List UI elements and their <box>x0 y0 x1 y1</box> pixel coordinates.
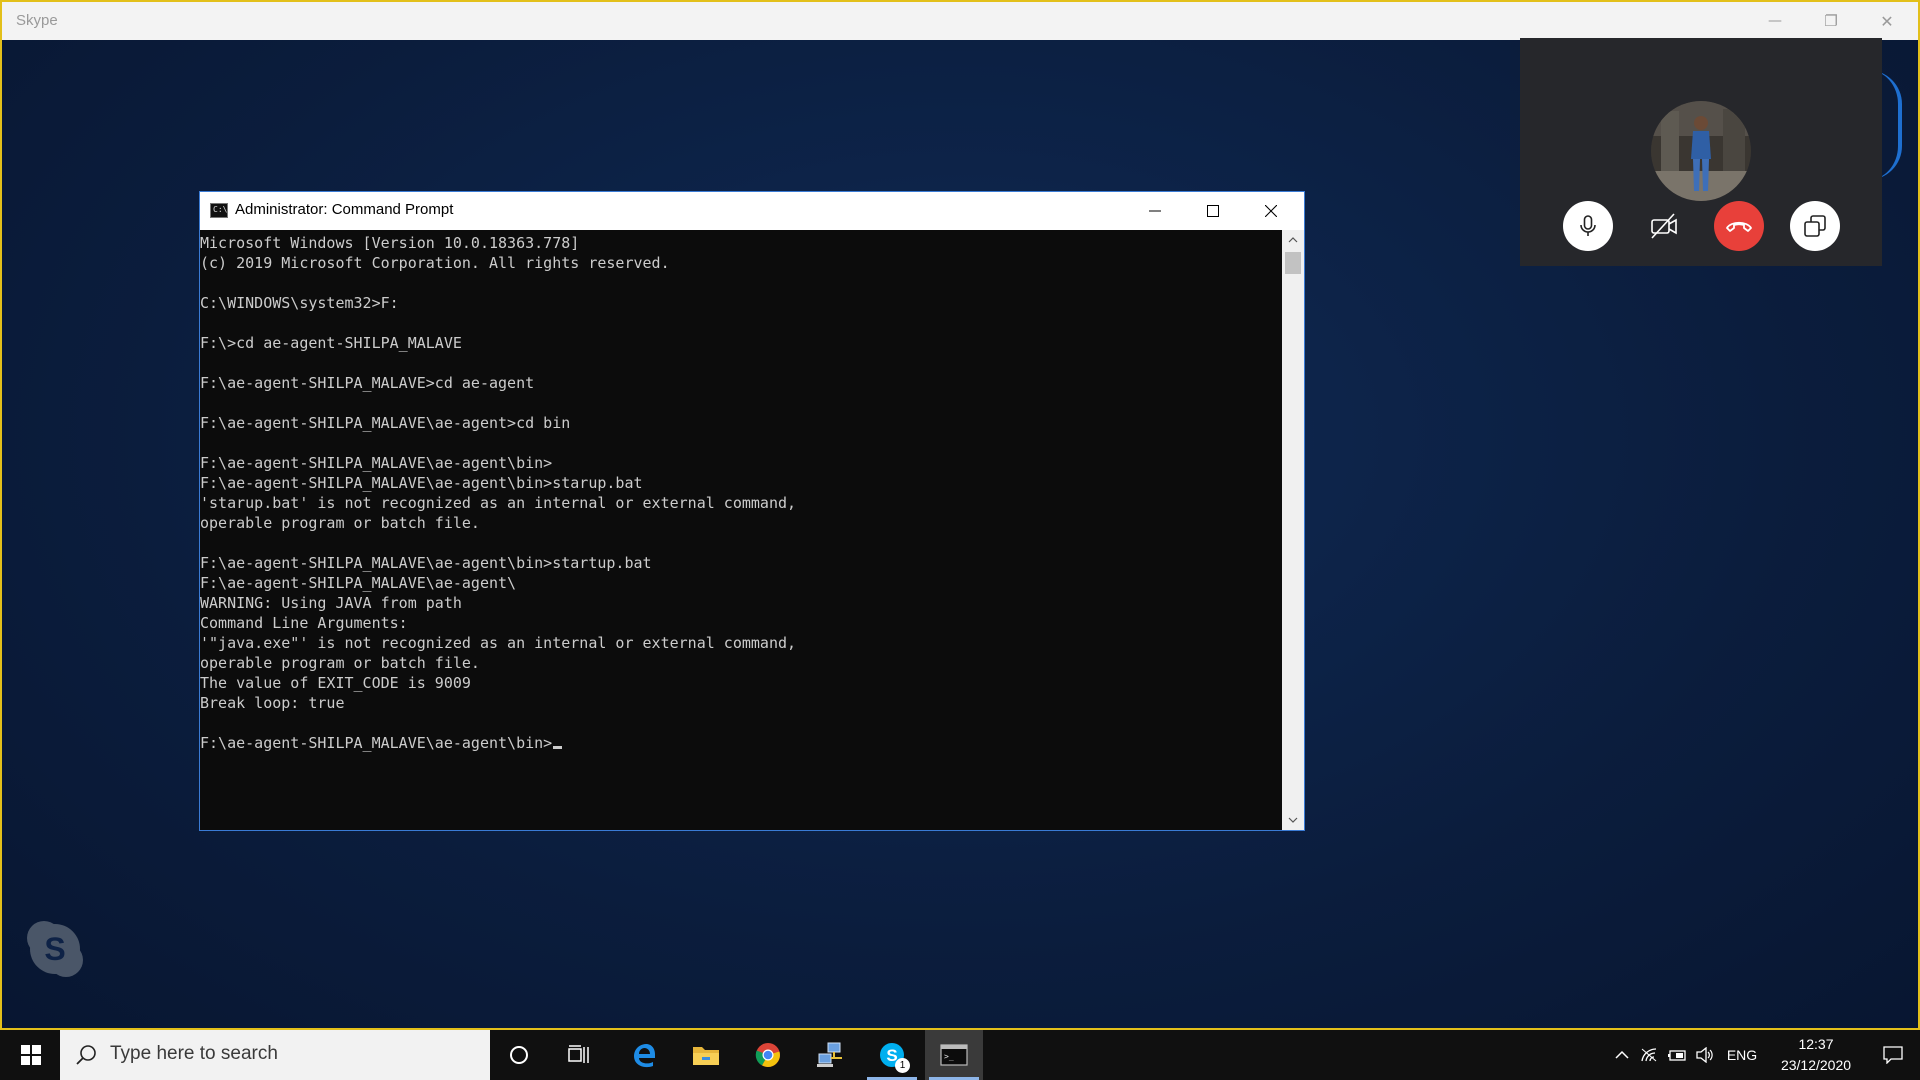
network-app-button[interactable] <box>801 1030 859 1080</box>
minimize-icon <box>1149 210 1161 212</box>
cmd-app-icon: C:\ <box>210 203 228 218</box>
console-line: The value of EXIT_CODE is 9009 <box>200 674 471 692</box>
file-explorer-button[interactable] <box>677 1030 735 1080</box>
skype-logo: S <box>24 918 86 980</box>
cortana-button[interactable] <box>490 1030 548 1080</box>
cmd-close-button[interactable] <box>1242 192 1300 230</box>
volume-button[interactable] <box>1692 1030 1718 1080</box>
cortana-icon <box>510 1046 528 1064</box>
clock-button[interactable]: 12:37 23/12/2020 <box>1766 1034 1866 1076</box>
chevron-up-icon <box>1615 1050 1629 1059</box>
notifications-icon <box>1883 1046 1903 1064</box>
console-line: F:\ae-agent-SHILPA_MALAVE\ae-agent\ <box>200 574 517 592</box>
wifi-icon <box>1641 1048 1657 1062</box>
input-language-button[interactable]: ENG <box>1722 1030 1762 1080</box>
console-prompt: F:\ae-agent-SHILPA_MALAVE\ae-agent\bin> <box>200 734 553 752</box>
console-line: '"java.exe"' is not recognized as an int… <box>200 634 797 652</box>
skype-taskbar-button[interactable]: S 1 <box>863 1030 921 1080</box>
cmd-output: Microsoft Windows [Version 10.0.18363.77… <box>200 230 1282 753</box>
skype-titlebar: Skype — ❐ ✕ <box>2 2 1918 40</box>
chrome-icon <box>755 1043 780 1067</box>
console-line: F:\ae-agent-SHILPA_MALAVE>cd ae-agent <box>200 374 535 392</box>
call-preview-panel[interactable] <box>1520 38 1882 266</box>
folder-icon <box>693 1047 719 1065</box>
chevron-down-icon <box>1288 817 1298 823</box>
close-icon: ✕ <box>1880 11 1894 31</box>
command-prompt-icon: >_ <box>940 1044 968 1066</box>
cmd-maximize-button[interactable] <box>1184 192 1242 230</box>
console-line: F:\ae-agent-SHILPA_MALAVE\ae-agent\bin>s… <box>200 474 643 492</box>
clock-time: 12:37 <box>1798 1036 1834 1052</box>
scroll-up-button[interactable] <box>1282 230 1304 250</box>
search-icon <box>76 1045 96 1065</box>
skype-close-button[interactable]: ✕ <box>1859 2 1915 40</box>
skype-notification-badge: 1 <box>895 1058 910 1073</box>
close-icon <box>1265 205 1277 217</box>
language-label: ENG <box>1726 1047 1758 1063</box>
toggle-video-button[interactable] <box>1639 201 1689 251</box>
console-line: F:\ae-agent-SHILPA_MALAVE\ae-agent>cd bi… <box>200 414 571 432</box>
minimize-icon: — <box>1768 13 1782 29</box>
caller-avatar[interactable] <box>1651 101 1751 201</box>
task-view-icon <box>568 1045 589 1063</box>
network-computers-icon <box>817 1042 842 1067</box>
end-call-icon <box>1726 221 1752 232</box>
battery-icon <box>1668 1050 1686 1061</box>
task-view-button[interactable] <box>550 1030 608 1080</box>
scroll-thumb[interactable] <box>1285 252 1301 274</box>
mute-microphone-button[interactable] <box>1563 201 1613 251</box>
chrome-button[interactable] <box>739 1030 797 1080</box>
edge-button[interactable] <box>615 1030 673 1080</box>
console-line: Command Line Arguments: <box>200 614 408 632</box>
switch-view-button[interactable] <box>1790 201 1840 251</box>
console-line: operable program or batch file. <box>200 514 480 532</box>
console-line: Microsoft Windows [Version 10.0.18363.77… <box>200 234 580 252</box>
skype-restore-button[interactable]: ❐ <box>1803 2 1859 40</box>
battery-status-button[interactable] <box>1664 1030 1690 1080</box>
action-center-button[interactable] <box>1870 1030 1916 1080</box>
volume-icon <box>1696 1047 1713 1063</box>
user-photo-icon <box>1651 101 1751 201</box>
edge-icon <box>634 1044 655 1068</box>
end-call-button[interactable] <box>1714 201 1764 251</box>
command-prompt-taskbar-button[interactable]: >_ <box>925 1030 983 1080</box>
start-button[interactable] <box>2 1030 60 1080</box>
windows-start-icon <box>21 1045 41 1065</box>
taskbar: Type here to search S 1 >_ ENG 12:37 23/… <box>0 1030 1920 1080</box>
console-line: F:\>cd ae-agent-SHILPA_MALAVE <box>200 334 462 352</box>
cmd-scrollbar[interactable] <box>1282 230 1304 830</box>
console-line: 'starup.bat' is not recognized as an int… <box>200 494 797 512</box>
skype-window-title: Skype <box>16 12 58 29</box>
skype-logo-icon: S <box>27 921 83 977</box>
console-line: WARNING: Using JAVA from path <box>200 594 462 612</box>
chevron-up-icon <box>1288 237 1298 243</box>
command-prompt-window[interactable]: C:\ Administrator: Command Prompt Micros… <box>200 192 1304 830</box>
show-hidden-icons-button[interactable] <box>1610 1030 1634 1080</box>
search-placeholder: Type here to search <box>110 1043 278 1064</box>
console-line: Break loop: true <box>200 694 345 712</box>
console-line: (c) 2019 Microsoft Corporation. All righ… <box>200 254 670 272</box>
console-line: C:\WINDOWS\system32>F: <box>200 294 399 312</box>
video-off-icon <box>1651 213 1677 239</box>
microphone-icon <box>1580 215 1596 236</box>
skype-minimize-button[interactable]: — <box>1747 2 1803 40</box>
cmd-titlebar[interactable]: C:\ Administrator: Command Prompt <box>200 192 1304 230</box>
svg-text:>_: >_ <box>944 1052 954 1061</box>
cmd-console[interactable]: Microsoft Windows [Version 10.0.18363.77… <box>200 230 1282 830</box>
switch-view-icon <box>1804 215 1826 237</box>
scroll-down-button[interactable] <box>1282 810 1304 830</box>
taskbar-search-box[interactable]: Type here to search <box>60 1030 490 1080</box>
console-line: F:\ae-agent-SHILPA_MALAVE\ae-agent\bin> <box>200 454 553 472</box>
console-line: F:\ae-agent-SHILPA_MALAVE\ae-agent\bin>s… <box>200 554 652 572</box>
cmd-minimize-button[interactable] <box>1126 192 1184 230</box>
cmd-window-title: Administrator: Command Prompt <box>235 201 454 218</box>
clock-date: 23/12/2020 <box>1780 1057 1852 1073</box>
restore-icon: ❐ <box>1824 12 1838 30</box>
svg-text:S: S <box>44 931 65 967</box>
network-status-button[interactable] <box>1636 1030 1662 1080</box>
console-cursor <box>553 746 563 749</box>
maximize-icon <box>1207 205 1219 217</box>
console-line: operable program or batch file. <box>200 654 480 672</box>
